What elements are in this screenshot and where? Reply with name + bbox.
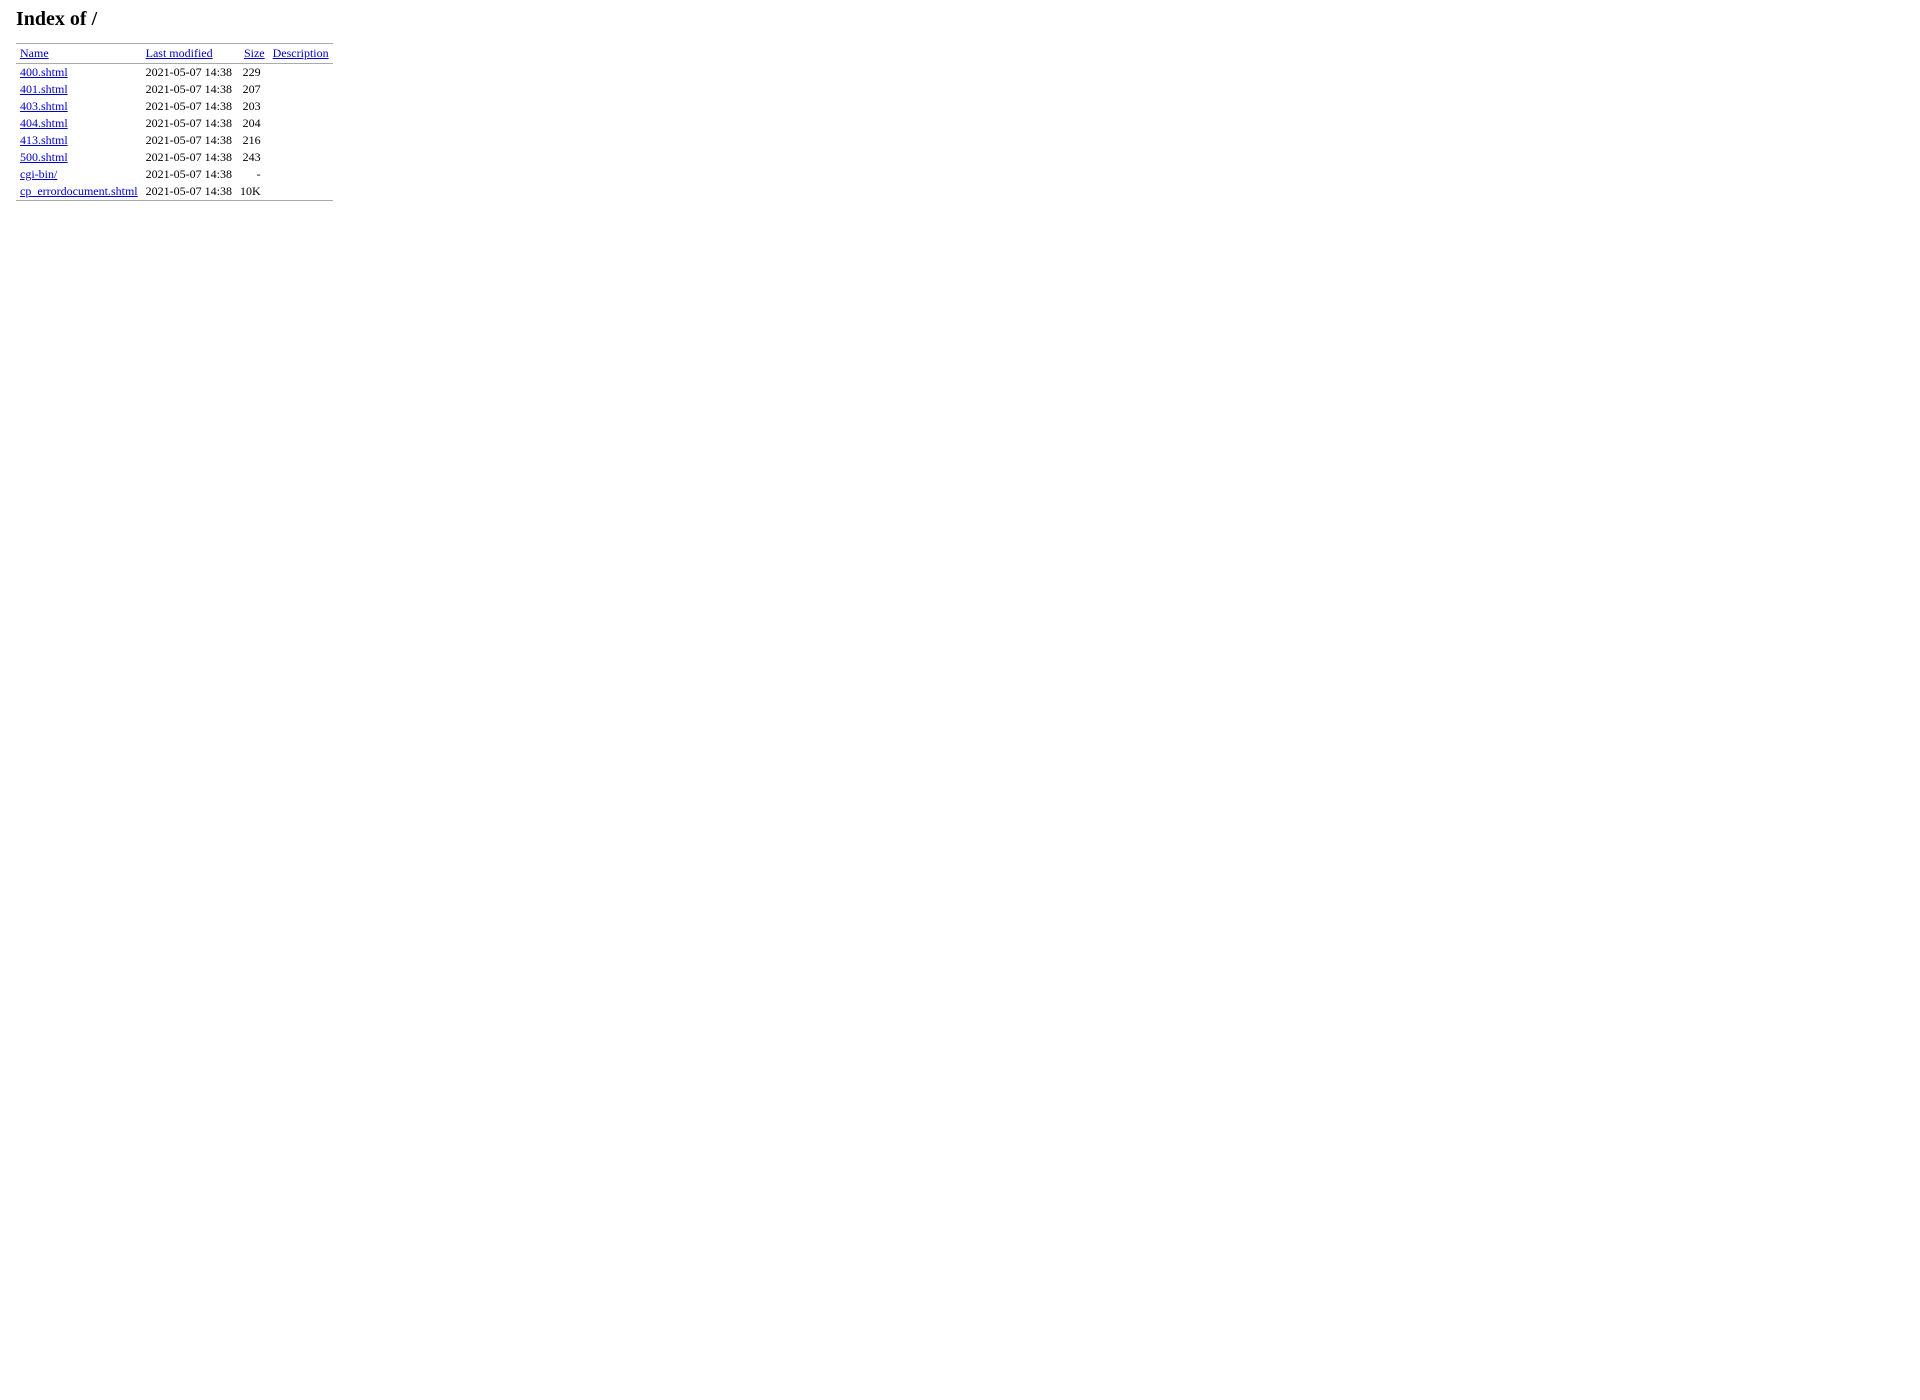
file-size-cell: 10K bbox=[236, 183, 269, 201]
file-description-cell bbox=[269, 64, 333, 82]
table-row: 404.shtml 2021-05-07 14:38204 bbox=[16, 115, 333, 132]
file-description-cell bbox=[269, 132, 333, 149]
table-row: cgi-bin/2021-05-07 14:38- bbox=[16, 166, 333, 183]
file-link[interactable]: 400.shtml bbox=[20, 65, 68, 79]
file-modified-cell: 2021-05-07 14:38 bbox=[142, 98, 236, 115]
file-name-cell: 500.shtml bbox=[16, 149, 142, 166]
file-modified-cell: 2021-05-07 14:38 bbox=[142, 149, 236, 166]
file-name-cell: 413.shtml bbox=[16, 132, 142, 149]
column-header-size[interactable]: Size bbox=[236, 44, 269, 64]
file-description-cell bbox=[269, 98, 333, 115]
file-size-cell: 243 bbox=[236, 149, 269, 166]
column-header-modified[interactable]: Last modified bbox=[142, 44, 236, 64]
file-name-cell: 404.shtml bbox=[16, 115, 142, 132]
file-modified-cell: 2021-05-07 14:38 bbox=[142, 81, 236, 98]
file-size-cell: 207 bbox=[236, 81, 269, 98]
table-row: 403.shtml 2021-05-07 14:38203 bbox=[16, 98, 333, 115]
file-link[interactable]: 401.shtml bbox=[20, 82, 68, 96]
page-title: Index of / bbox=[16, 8, 1904, 31]
file-description-cell bbox=[269, 166, 333, 183]
file-link[interactable]: cgi-bin/ bbox=[20, 167, 57, 181]
file-modified-cell: 2021-05-07 14:38 bbox=[142, 64, 236, 82]
description-sort-link[interactable]: Description bbox=[273, 46, 329, 60]
column-header-description[interactable]: Description bbox=[269, 44, 333, 64]
file-size-cell: 216 bbox=[236, 132, 269, 149]
column-header-name[interactable]: Name bbox=[16, 44, 142, 64]
file-modified-cell: 2021-05-07 14:38 bbox=[142, 166, 236, 183]
file-size-cell: - bbox=[236, 166, 269, 183]
file-name-cell: 403.shtml bbox=[16, 98, 142, 115]
table-header-row: Name Last modified Size Description bbox=[16, 44, 333, 64]
table-row: 400.shtml 2021-05-07 14:38229 bbox=[16, 64, 333, 82]
file-modified-cell: 2021-05-07 14:38 bbox=[142, 115, 236, 132]
file-description-cell bbox=[269, 183, 333, 201]
file-name-cell: cgi-bin/ bbox=[16, 166, 142, 183]
file-listing-table: Name Last modified Size Description 400.… bbox=[16, 43, 333, 201]
file-description-cell bbox=[269, 81, 333, 98]
file-name-cell: 401.shtml bbox=[16, 81, 142, 98]
file-modified-cell: 2021-05-07 14:38 bbox=[142, 132, 236, 149]
file-link[interactable]: cp_errordocument.shtml bbox=[20, 184, 138, 198]
file-link[interactable]: 500.shtml bbox=[20, 150, 68, 164]
file-size-cell: 203 bbox=[236, 98, 269, 115]
file-description-cell bbox=[269, 115, 333, 132]
file-link[interactable]: 413.shtml bbox=[20, 133, 68, 147]
file-link[interactable]: 404.shtml bbox=[20, 116, 68, 130]
modified-sort-link[interactable]: Last modified bbox=[146, 46, 213, 60]
file-modified-cell: 2021-05-07 14:38 bbox=[142, 183, 236, 201]
table-row: cp_errordocument.shtml 2021-05-07 14:3810… bbox=[16, 183, 333, 201]
size-sort-link[interactable]: Size bbox=[244, 46, 265, 60]
name-sort-link[interactable]: Name bbox=[20, 46, 49, 60]
file-name-cell: 400.shtml bbox=[16, 64, 142, 82]
file-name-cell: cp_errordocument.shtml bbox=[16, 183, 142, 201]
table-row: 413.shtml 2021-05-07 14:38216 bbox=[16, 132, 333, 149]
file-size-cell: 229 bbox=[236, 64, 269, 82]
file-description-cell bbox=[269, 149, 333, 166]
table-row: 500.shtml 2021-05-07 14:38243 bbox=[16, 149, 333, 166]
file-size-cell: 204 bbox=[236, 115, 269, 132]
file-link[interactable]: 403.shtml bbox=[20, 99, 68, 113]
table-row: 401.shtml 2021-05-07 14:38207 bbox=[16, 81, 333, 98]
